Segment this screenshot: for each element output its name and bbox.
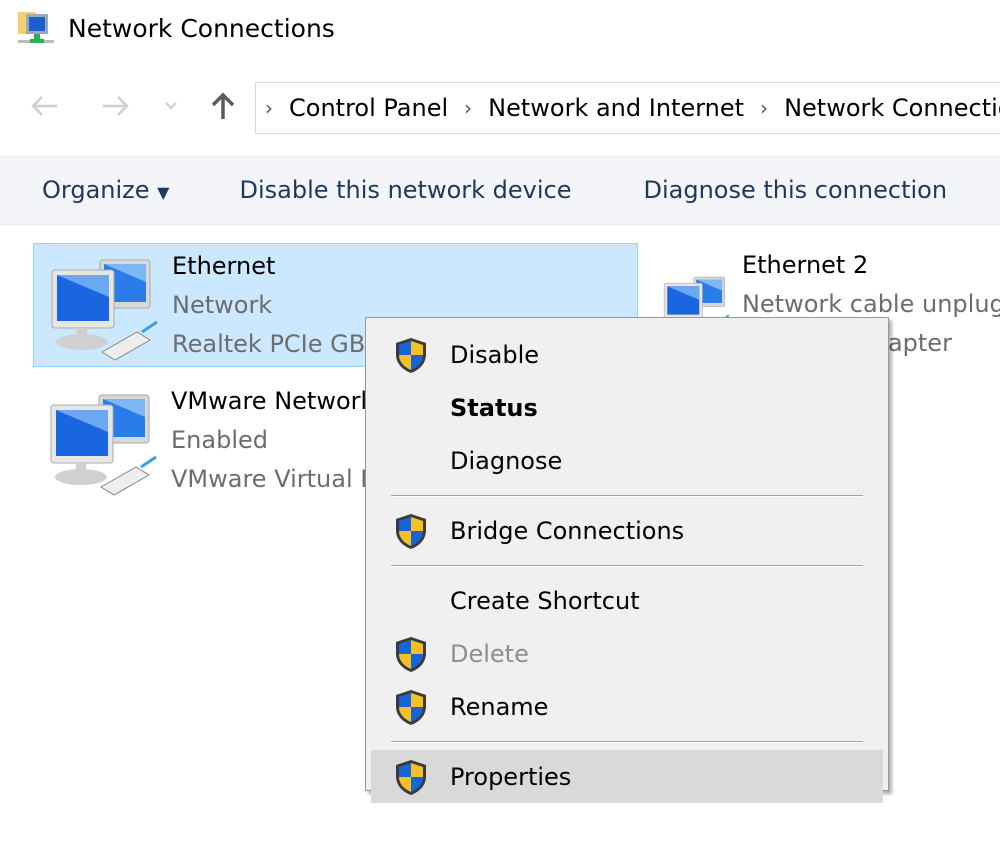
address-bar[interactable]: › Control Panel › Network and Internet ›… bbox=[255, 82, 1000, 134]
up-button[interactable] bbox=[205, 88, 241, 124]
connection-name: Ethernet bbox=[172, 252, 276, 280]
menu-label: Disable bbox=[450, 340, 540, 369]
forward-arrow-icon bbox=[103, 96, 129, 116]
up-arrow-icon bbox=[211, 92, 235, 119]
menu-label: Bridge Connections bbox=[450, 516, 685, 545]
menu-label: Diagnose bbox=[450, 446, 563, 475]
breadcrumb-control-panel[interactable]: Control Panel bbox=[289, 94, 448, 122]
network-connections-icon bbox=[18, 12, 54, 43]
network-adapter-icon bbox=[41, 387, 161, 497]
chevron-down-icon bbox=[165, 102, 177, 110]
menu-item-delete: Delete bbox=[371, 627, 883, 680]
uac-shield-icon bbox=[392, 688, 430, 726]
uac-shield-icon bbox=[392, 635, 430, 673]
connection-name: Ethernet 2 bbox=[741, 251, 869, 279]
organize-button[interactable]: Organize ▼ bbox=[42, 176, 169, 204]
organize-label: Organize bbox=[42, 175, 150, 204]
breadcrumb-separator: › bbox=[464, 96, 473, 120]
menu-separator bbox=[391, 565, 863, 567]
menu-item-diagnose[interactable]: Diagnose bbox=[371, 434, 883, 487]
menu-item-status[interactable]: Status bbox=[371, 381, 883, 434]
menu-label: Properties bbox=[450, 762, 572, 791]
uac-shield-icon bbox=[392, 512, 430, 550]
menu-separator bbox=[391, 741, 863, 743]
menu-label: Create Shortcut bbox=[450, 586, 640, 615]
recent-locations-button[interactable] bbox=[156, 88, 186, 124]
breadcrumb-separator: › bbox=[760, 96, 769, 120]
breadcrumb-network-and-internet[interactable]: Network and Internet bbox=[488, 94, 744, 122]
menu-item-disable[interactable]: Disable bbox=[371, 328, 883, 381]
dropdown-arrow-icon: ▼ bbox=[157, 182, 170, 202]
uac-shield-icon bbox=[392, 336, 430, 374]
window-title: Network Connections bbox=[68, 14, 335, 43]
menu-item-properties[interactable]: Properties bbox=[371, 750, 883, 803]
command-bar: Organize ▼ Disable this network device D… bbox=[0, 155, 1000, 225]
menu-item-bridge-connections[interactable]: Bridge Connections bbox=[371, 504, 883, 557]
diagnose-connection-button[interactable]: Diagnose this connection bbox=[644, 176, 948, 204]
menu-label: Rename bbox=[450, 692, 549, 721]
breadcrumb-network-connections[interactable]: Network Connections bbox=[784, 94, 1000, 122]
breadcrumb-separator: › bbox=[265, 96, 273, 120]
network-adapter-icon bbox=[42, 252, 162, 362]
back-arrow-icon bbox=[31, 96, 57, 116]
forward-button[interactable] bbox=[98, 88, 134, 124]
back-button[interactable] bbox=[26, 88, 62, 124]
menu-item-rename[interactable]: Rename bbox=[371, 680, 883, 733]
context-menu: Disable Status Diagnose Bridge Connectio… bbox=[365, 317, 889, 803]
menu-label: Status bbox=[450, 393, 538, 422]
menu-label: Delete bbox=[450, 639, 529, 668]
menu-item-create-shortcut[interactable]: Create Shortcut bbox=[371, 574, 883, 627]
menu-separator bbox=[391, 495, 863, 497]
disable-device-button[interactable]: Disable this network device bbox=[239, 176, 571, 204]
uac-shield-icon bbox=[392, 758, 430, 796]
